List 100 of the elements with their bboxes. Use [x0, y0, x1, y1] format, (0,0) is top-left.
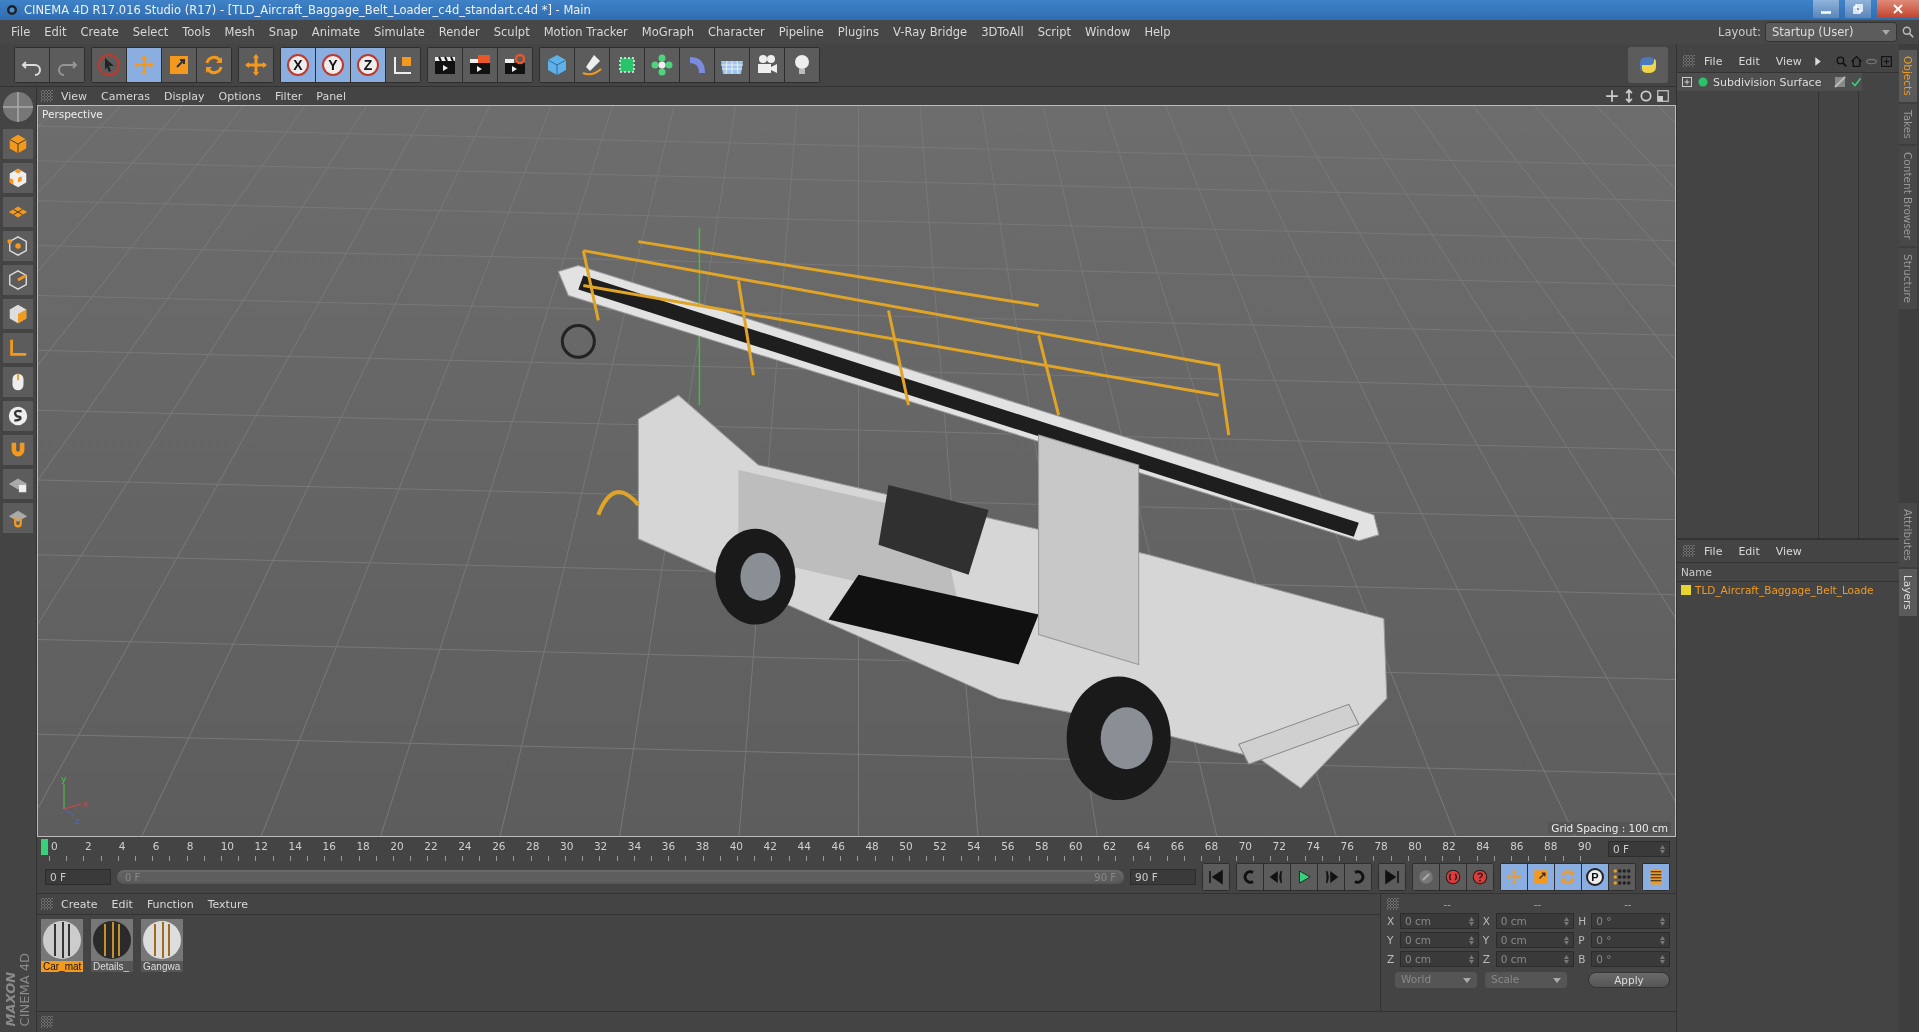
vertex-cube-button[interactable] [3, 231, 33, 261]
pen-button[interactable] [575, 48, 609, 82]
viewport[interactable]: Perspective y x z Grid Spacing : 100 cm [37, 105, 1676, 837]
current-frame-field[interactable]: 0 F [1608, 841, 1670, 857]
menu-item[interactable]: View [1768, 52, 1809, 70]
menu-item[interactable]: File [1697, 542, 1730, 560]
menu-item[interactable]: Mesh [217, 23, 262, 41]
menu-item[interactable]: V-Ray Bridge [886, 23, 975, 41]
cursor-tool-button[interactable] [92, 48, 126, 82]
rotation-field[interactable]: 0 ° [1591, 951, 1670, 967]
menu-item[interactable]: 3DToAll [974, 23, 1031, 41]
edge-cube-button[interactable] [3, 265, 33, 295]
magnet-grid-button[interactable] [3, 503, 33, 533]
menu-item[interactable]: Plugins [830, 23, 887, 41]
restore-button[interactable] [1845, 0, 1871, 18]
menu-item[interactable]: Character [701, 23, 772, 41]
menu-item[interactable]: Edit [1731, 52, 1767, 70]
menu-item[interactable]: Motion Tracker [536, 23, 635, 41]
undo-tool-button[interactable] [15, 48, 49, 82]
spinner-arrows-icon[interactable] [1564, 954, 1570, 964]
axis-lock-button[interactable]: Z [351, 48, 385, 82]
clapperboard-button[interactable] [498, 48, 532, 82]
start-frame-field[interactable]: 0 F [45, 869, 111, 885]
menu-item[interactable]: Cameras [95, 88, 156, 104]
menu-item[interactable]: View [55, 88, 94, 104]
checker-cube-button[interactable] [3, 163, 33, 193]
menu-item[interactable]: Sculpt [486, 23, 537, 41]
lock-grid-button[interactable] [3, 469, 33, 499]
spinner-arrows-icon[interactable] [1660, 935, 1665, 945]
play-button[interactable] [1291, 864, 1317, 890]
menu-item[interactable]: Tools [175, 23, 218, 41]
scale-tool-button[interactable] [162, 48, 196, 82]
snap-button[interactable] [3, 401, 33, 431]
menu-item[interactable]: Simulate [367, 23, 432, 41]
subdivision-cube-button[interactable] [610, 48, 644, 82]
menu-item[interactable]: Script [1030, 23, 1079, 41]
end-frame-field[interactable]: 90 F [1130, 869, 1196, 885]
close-button[interactable] [1877, 0, 1919, 18]
crosshair-tool-button[interactable] [239, 48, 273, 82]
axis-button[interactable] [3, 333, 33, 363]
menu-item[interactable]: Pipeline [771, 23, 831, 41]
autokey-button[interactable] [1440, 864, 1466, 890]
menu-item[interactable]: Window [1078, 23, 1138, 41]
clapperboard-button[interactable] [428, 48, 462, 82]
next-key-button[interactable] [1345, 864, 1371, 890]
timeline-button[interactable] [1643, 864, 1669, 890]
axis-lock-button[interactable]: X [281, 48, 315, 82]
menu-item[interactable]: Function [140, 896, 200, 912]
layout-dropdown[interactable]: Startup (User) [1765, 22, 1897, 42]
apply-button[interactable]: Apply [1588, 972, 1670, 988]
layer-name[interactable]: TLD_Aircraft_Baggage_Belt_Loade [1695, 584, 1874, 596]
rotation-field[interactable]: 0 ° [1591, 932, 1670, 948]
next-frame-button[interactable] [1318, 864, 1344, 890]
key-scale-button[interactable] [1528, 864, 1554, 890]
menu-item[interactable]: Help [1137, 23, 1178, 41]
spinner-arrows-icon[interactable] [1660, 954, 1665, 964]
python-button[interactable] [1628, 47, 1668, 83]
checkmark-icon[interactable] [1850, 76, 1862, 88]
menu-item[interactable]: Select [125, 23, 176, 41]
previous-key-button[interactable] [1237, 864, 1263, 890]
menu-item[interactable]: Create [73, 23, 126, 41]
menu-item[interactable]: File [1697, 52, 1730, 70]
cube-button[interactable] [540, 48, 574, 82]
key-point-level-button[interactable] [1609, 864, 1635, 890]
camera-button[interactable] [750, 48, 784, 82]
rotate-tool-button[interactable] [197, 48, 231, 82]
menu-item[interactable]: Edit [105, 896, 139, 912]
spinner-arrows-icon[interactable] [1468, 916, 1474, 926]
menu-item[interactable]: Create [55, 896, 104, 912]
record-button[interactable] [1413, 864, 1439, 890]
light-bulb-button[interactable] [785, 48, 819, 82]
spinner-arrows-icon[interactable] [1468, 935, 1474, 945]
menu-item[interactable]: Edit [37, 23, 74, 41]
rotation-field[interactable]: 0 ° [1591, 913, 1670, 929]
menu-item[interactable]: Options [212, 88, 267, 104]
go-to-end-button[interactable] [1379, 864, 1405, 890]
menu-item[interactable]: Display [158, 88, 211, 104]
spinner-arrows-icon[interactable] [1660, 844, 1665, 854]
grid-plane-button[interactable] [3, 197, 33, 227]
polygon-cube-button[interactable] [3, 299, 33, 329]
search-icon[interactable] [1901, 25, 1915, 39]
menu-item[interactable]: File [4, 23, 38, 41]
keyframe-selection-button[interactable] [1467, 864, 1493, 890]
cube-button[interactable] [3, 129, 33, 159]
menu-item[interactable]: Animate [304, 23, 367, 41]
mouse-button[interactable] [3, 367, 33, 397]
clapperboard-button[interactable] [463, 48, 497, 82]
minimize-button[interactable] [1813, 0, 1839, 18]
menu-item[interactable]: Filter [269, 88, 309, 104]
go-to-start-button[interactable] [1203, 864, 1229, 890]
menu-item[interactable]: Panel [310, 88, 352, 104]
floor-grid-button[interactable] [715, 48, 749, 82]
spinner-arrows-icon[interactable] [1660, 916, 1665, 926]
menu-item[interactable]: Edit [1731, 542, 1767, 560]
key-parameter-button[interactable]: P [1582, 864, 1608, 890]
spinner-arrows-icon[interactable] [1564, 935, 1570, 945]
menu-item[interactable]: Snap [261, 23, 305, 41]
previous-frame-button[interactable] [1264, 864, 1290, 890]
cluster-button[interactable] [645, 48, 679, 82]
spinner-arrows-icon[interactable] [1564, 916, 1570, 926]
